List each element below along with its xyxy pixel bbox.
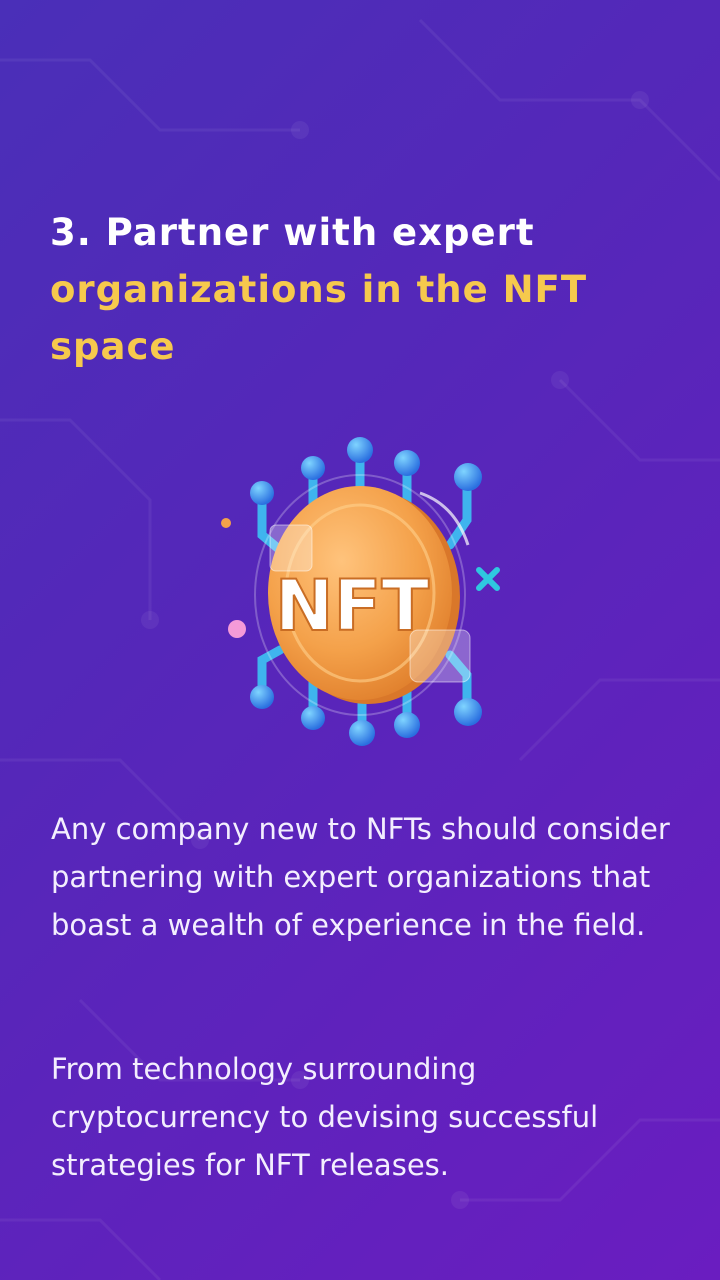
- title-line-3: space: [50, 325, 176, 368]
- nft-coin-icon: NFT: [221, 437, 500, 746]
- page-title: 3. Partner with expert organizations in …: [50, 204, 670, 375]
- paragraph-1: Any company new to NFTs should consider …: [51, 812, 670, 942]
- paragraph-2: From technology surrounding cryptocurren…: [51, 1052, 599, 1182]
- coin-label: NFT: [275, 565, 429, 647]
- title-line-2: organizations in the NFT: [50, 268, 588, 311]
- title-line-1: 3. Partner with expert: [50, 211, 535, 254]
